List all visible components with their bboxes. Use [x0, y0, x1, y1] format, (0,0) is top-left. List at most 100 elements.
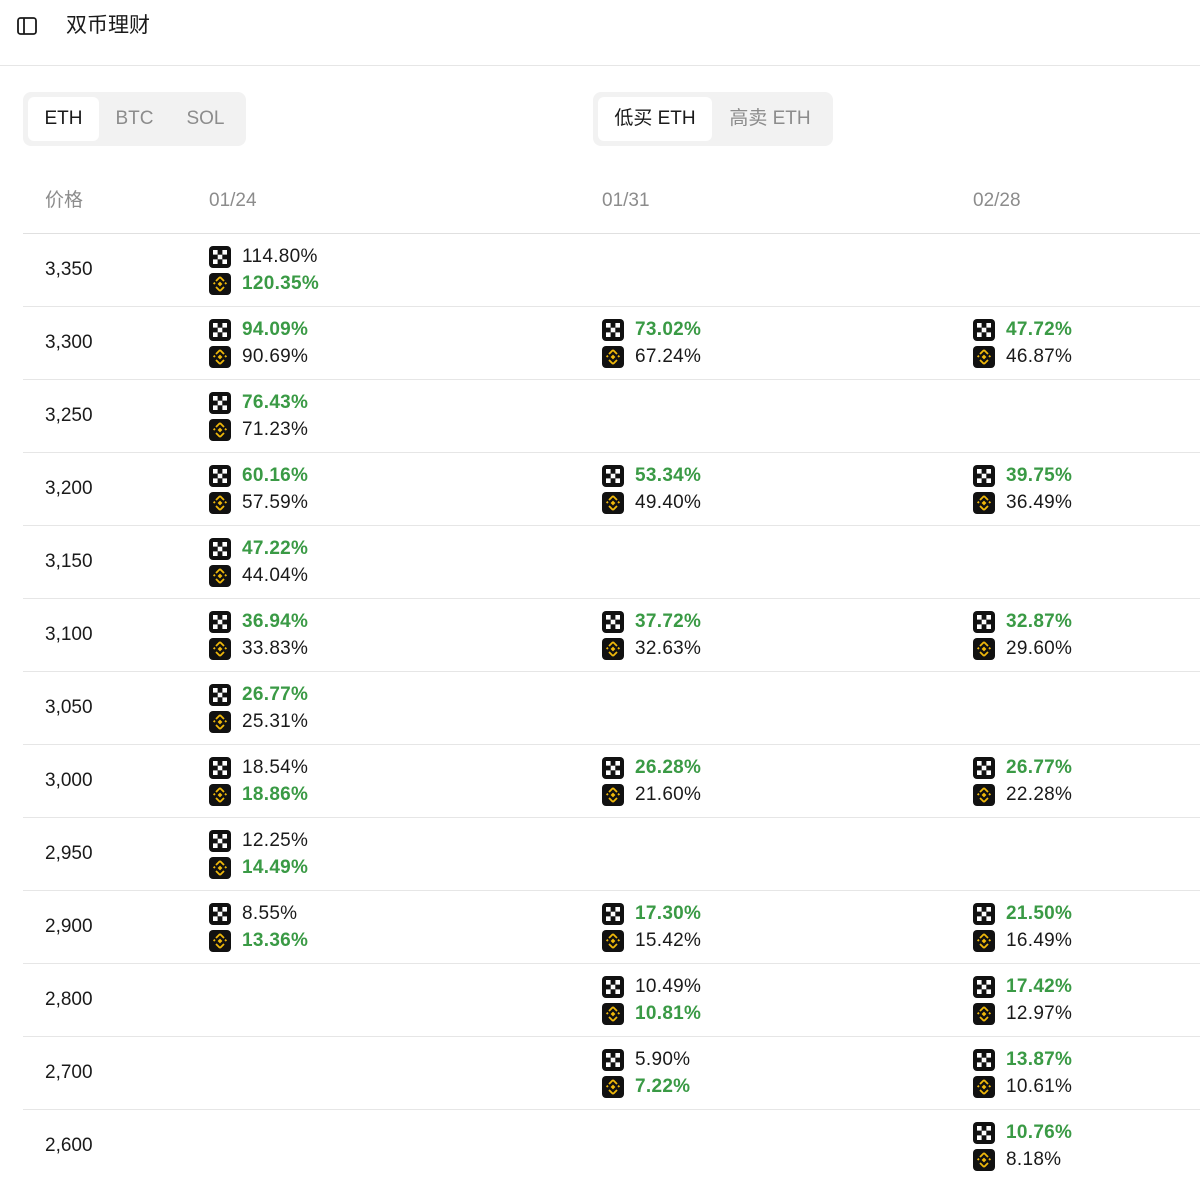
yield-cell[interactable]: 36.94% 33.83% [209, 608, 308, 662]
binance-logo-icon [209, 345, 231, 368]
okx-logo-icon [602, 1048, 624, 1071]
yield-cell[interactable]: 53.34% 49.40% [602, 462, 701, 516]
tab-sol[interactable]: SOL [170, 97, 241, 141]
binance-yield-value: 29.60% [1006, 637, 1073, 659]
column-header-date[interactable]: 01/31 [602, 189, 650, 213]
okx-yield-line: 94.09% [209, 316, 308, 343]
binance-logo-icon [602, 637, 624, 660]
okx-yield-value: 37.72% [635, 610, 702, 632]
binance-yield-line: 29.60% [973, 635, 1072, 662]
yield-cell[interactable]: 26.77% 22.28% [973, 754, 1072, 808]
okx-yield-value: 94.09% [242, 318, 309, 340]
strike-price: 2,700 [45, 1062, 93, 1083]
okx-yield-value: 73.02% [635, 318, 702, 340]
tab-btc[interactable]: BTC [99, 97, 170, 141]
strike-price: 3,200 [45, 478, 93, 499]
strike-price: 3,050 [45, 697, 93, 718]
yield-cell[interactable]: 47.72% 46.87% [973, 316, 1072, 370]
binance-logo-icon [602, 345, 624, 368]
column-header-price: 价格 [45, 190, 84, 211]
yield-cell[interactable]: 17.30% 15.42% [602, 900, 701, 954]
okx-yield-line: 26.77% [209, 681, 308, 708]
yield-cell[interactable]: 37.72% 32.63% [602, 608, 701, 662]
yield-cell[interactable]: 8.55% 13.36% [209, 900, 308, 954]
okx-yield-line: 37.72% [602, 608, 701, 635]
yield-cell[interactable]: 18.54% 18.86% [209, 754, 308, 808]
yield-cell[interactable]: 12.25% 14.49% [209, 827, 308, 881]
okx-yield-value: 32.87% [1006, 610, 1073, 632]
tab-eth[interactable]: ETH [28, 97, 99, 141]
column-header-date[interactable]: 02/28 [973, 189, 1021, 213]
binance-yield-line: 21.60% [602, 781, 701, 808]
strike-price: 2,800 [45, 989, 93, 1010]
okx-yield-line: 5.90% [602, 1046, 690, 1073]
okx-yield-line: 10.49% [602, 973, 701, 1000]
strike-price: 2,950 [45, 843, 93, 864]
binance-yield-value: 21.60% [635, 783, 702, 805]
strike-price: 3,300 [45, 332, 93, 353]
tab-sell-high[interactable]: 高卖 ETH [712, 97, 828, 141]
page-title: 双币理财 [66, 14, 150, 37]
binance-yield-value: 67.24% [635, 345, 702, 367]
table-row: 2,600 10.76% 8.18% [23, 1110, 1200, 1182]
asset-tab-group: ETH BTC SOL [23, 92, 246, 146]
sidebar-toggle-icon[interactable] [16, 15, 38, 37]
binance-yield-value: 8.18% [1006, 1148, 1062, 1170]
column-header-date[interactable]: 01/24 [209, 189, 257, 213]
binance-yield-line: 67.24% [602, 343, 701, 370]
yield-cell[interactable]: 73.02% 67.24% [602, 316, 701, 370]
okx-yield-line: 26.77% [973, 754, 1072, 781]
binance-yield-line: 7.22% [602, 1073, 690, 1100]
binance-logo-icon [973, 1002, 995, 1025]
tab-buy-low[interactable]: 低买 ETH [598, 97, 712, 141]
binance-yield-line: 120.35% [209, 270, 319, 297]
okx-logo-icon [209, 464, 231, 487]
yield-cell[interactable]: 21.50% 16.49% [973, 900, 1072, 954]
yield-cell[interactable]: 13.87% 10.61% [973, 1046, 1072, 1100]
binance-yield-value: 120.35% [242, 272, 320, 294]
yield-cell[interactable]: 26.28% 21.60% [602, 754, 701, 808]
yield-cell[interactable]: 76.43% 71.23% [209, 389, 308, 443]
okx-yield-value: 36.94% [242, 610, 309, 632]
table-row: 3,050 26.77% 25.31% [23, 672, 1200, 745]
yield-cell[interactable]: 114.80% 120.35% [209, 243, 319, 297]
okx-logo-icon [209, 829, 231, 852]
yield-cell[interactable]: 10.76% 8.18% [973, 1119, 1072, 1173]
binance-yield-value: 10.61% [1006, 1075, 1073, 1097]
binance-yield-value: 16.49% [1006, 929, 1073, 951]
yield-cell[interactable]: 60.16% 57.59% [209, 462, 308, 516]
yield-cell[interactable]: 5.90% 7.22% [602, 1046, 690, 1100]
yield-cell[interactable]: 32.87% 29.60% [973, 608, 1072, 662]
okx-yield-value: 47.22% [242, 537, 309, 559]
okx-yield-line: 47.22% [209, 535, 308, 562]
binance-logo-icon [602, 929, 624, 952]
yield-cell[interactable]: 17.42% 12.97% [973, 973, 1072, 1027]
binance-logo-icon [209, 929, 231, 952]
yield-cell[interactable]: 39.75% 36.49% [973, 462, 1072, 516]
binance-logo-icon [209, 637, 231, 660]
okx-yield-value: 17.30% [635, 902, 702, 924]
yield-cell[interactable]: 10.49% 10.81% [602, 973, 701, 1027]
yield-cell[interactable]: 94.09% 90.69% [209, 316, 308, 370]
okx-logo-icon [973, 756, 995, 779]
okx-yield-value: 10.49% [635, 975, 702, 997]
okx-logo-icon [602, 318, 624, 341]
binance-logo-icon [602, 491, 624, 514]
okx-yield-line: 60.16% [209, 462, 308, 489]
okx-logo-icon [602, 464, 624, 487]
okx-logo-icon [209, 902, 231, 925]
binance-yield-line: 12.97% [973, 1000, 1072, 1027]
binance-logo-icon [209, 418, 231, 441]
okx-yield-value: 5.90% [635, 1048, 691, 1070]
yield-cell[interactable]: 26.77% 25.31% [209, 681, 308, 735]
binance-yield-line: 10.81% [602, 1000, 701, 1027]
yield-cell[interactable]: 47.22% 44.04% [209, 535, 308, 589]
binance-yield-value: 90.69% [242, 345, 309, 367]
binance-yield-line: 22.28% [973, 781, 1072, 808]
binance-yield-line: 71.23% [209, 416, 308, 443]
okx-yield-line: 53.34% [602, 462, 701, 489]
okx-yield-value: 60.16% [242, 464, 309, 486]
okx-logo-icon [209, 391, 231, 414]
strike-price: 3,000 [45, 770, 93, 791]
okx-logo-icon [973, 1121, 995, 1144]
